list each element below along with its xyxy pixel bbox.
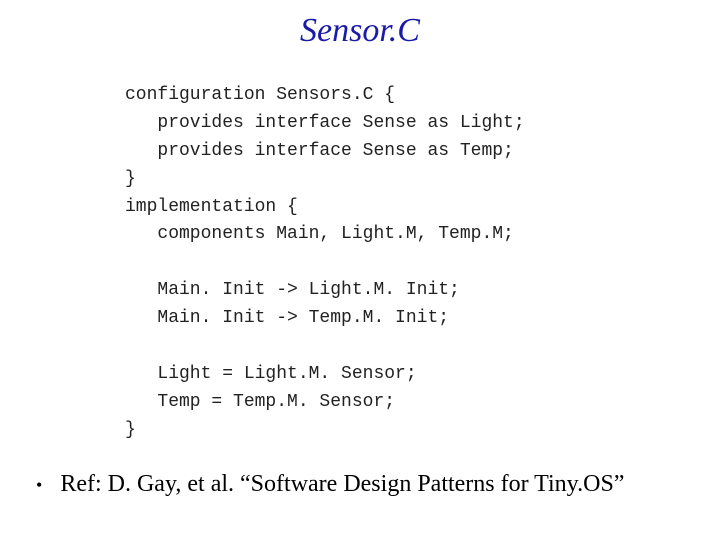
code-block: configuration Sensors.C { provides inter… bbox=[125, 82, 525, 445]
slide: Sensor.C configuration Sensors.C { provi… bbox=[0, 0, 720, 540]
reference-row: • Ref: D. Gay, et al. “Software Design P… bbox=[36, 471, 624, 498]
slide-title: Sensor.C bbox=[0, 12, 720, 50]
bullet-icon: • bbox=[36, 473, 42, 497]
reference-text: Ref: D. Gay, et al. “Software Design Pat… bbox=[60, 471, 624, 498]
